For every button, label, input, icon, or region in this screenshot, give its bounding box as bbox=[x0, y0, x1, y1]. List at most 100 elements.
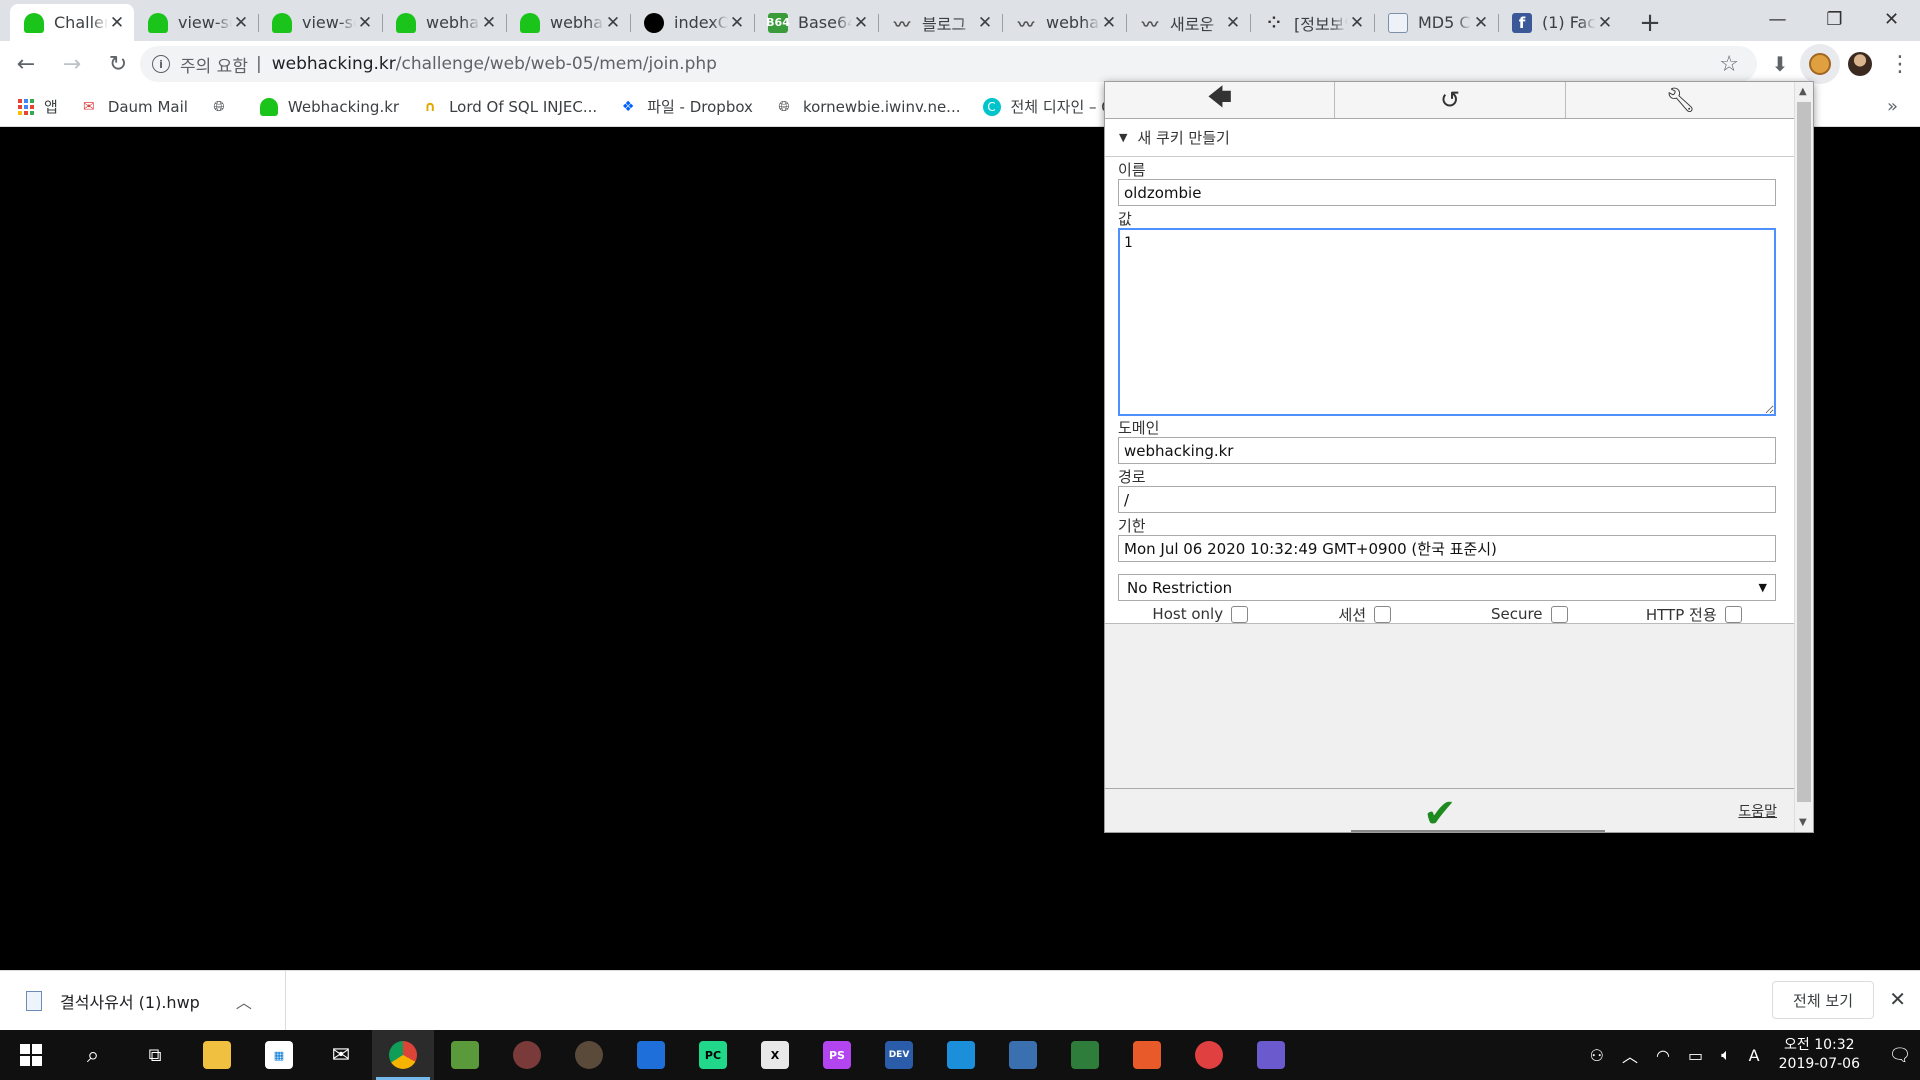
section-header[interactable]: ▼ 새 쿠키 만들기 bbox=[1105, 119, 1795, 157]
help-link[interactable]: 도움말 bbox=[1738, 801, 1777, 821]
cookie-extension-button[interactable] bbox=[1800, 44, 1840, 84]
chevron-up-icon[interactable]: ︿ bbox=[236, 989, 252, 1013]
value-textarea[interactable]: 1 bbox=[1118, 228, 1776, 416]
close-tab-icon[interactable]: ✕ bbox=[604, 13, 622, 33]
tab-view-source-1[interactable]: view-source ✕ bbox=[134, 4, 258, 41]
people-icon[interactable]: ⚇ bbox=[1590, 1046, 1604, 1065]
tab-base64[interactable]: B64 Base64 ✕ bbox=[754, 4, 878, 41]
new-tab-button[interactable]: + bbox=[1630, 4, 1670, 41]
pycharm-button[interactable]: PC bbox=[682, 1030, 744, 1080]
start-button[interactable] bbox=[0, 1030, 62, 1080]
minimize-icon[interactable]: — bbox=[1749, 0, 1806, 38]
notification-icon[interactable]: 🗨︎ bbox=[1880, 1030, 1920, 1080]
app-button-9[interactable] bbox=[1116, 1030, 1178, 1080]
path-input[interactable] bbox=[1118, 486, 1776, 513]
host-only-option[interactable]: Host only bbox=[1118, 603, 1283, 625]
bookmark-daum-mail[interactable]: ✉ Daum Mail bbox=[80, 98, 188, 116]
app-button-10[interactable] bbox=[1178, 1030, 1240, 1080]
mail-button[interactable]: ✉ bbox=[310, 1030, 372, 1080]
host-only-checkbox[interactable] bbox=[1231, 605, 1249, 623]
download-extension-icon[interactable]: ⬇ bbox=[1760, 44, 1800, 84]
info-icon[interactable]: i bbox=[152, 55, 170, 73]
back-button[interactable]: 🡄 bbox=[1105, 82, 1336, 118]
app-button-1[interactable] bbox=[434, 1030, 496, 1080]
ime-indicator[interactable]: A bbox=[1749, 1046, 1760, 1065]
tab-blog[interactable]: 〰 블로그 ✕ bbox=[878, 4, 1002, 41]
tab-indexof[interactable]: indexOf ✕ bbox=[630, 4, 754, 41]
close-tab-icon[interactable]: ✕ bbox=[852, 13, 870, 33]
tab-new-post[interactable]: 〰 새로운 ✕ bbox=[1126, 4, 1250, 41]
close-tab-icon[interactable]: ✕ bbox=[1472, 13, 1490, 33]
tab-webhacking-2[interactable]: webhacking ✕ bbox=[506, 4, 630, 41]
download-item[interactable]: 결석사유서 (1).hwp ︿ bbox=[0, 970, 286, 1031]
tab-md5[interactable]: MD5 C ✕ bbox=[1374, 4, 1498, 41]
bookmark-dropbox[interactable]: ❖ 파일 - Dropbox bbox=[619, 96, 753, 117]
session-checkbox[interactable] bbox=[1374, 605, 1392, 623]
name-input[interactable] bbox=[1118, 179, 1776, 206]
restore-icon[interactable]: ❐ bbox=[1806, 0, 1863, 38]
session-option[interactable]: 세션 bbox=[1283, 603, 1448, 625]
close-tab-icon[interactable]: ✕ bbox=[356, 13, 374, 33]
profile-avatar[interactable] bbox=[1840, 44, 1880, 84]
address-bar[interactable]: i 주의 요함 | webhacking.kr/challenge/web/we… bbox=[140, 46, 1757, 82]
tab-view-source-2[interactable]: view-source ✕ bbox=[258, 4, 382, 41]
http-only-checkbox[interactable] bbox=[1724, 605, 1742, 623]
app-button-8[interactable] bbox=[1054, 1030, 1116, 1080]
close-tab-icon[interactable]: ✕ bbox=[1100, 13, 1118, 33]
show-all-downloads-button[interactable]: 전체 보기 bbox=[1772, 981, 1874, 1019]
tab-webhacking-1[interactable]: webhacking ✕ bbox=[382, 4, 506, 41]
menu-kebab-icon[interactable]: ⋮ bbox=[1880, 44, 1920, 84]
close-shelf-icon[interactable]: ✕ bbox=[1889, 987, 1906, 1011]
bookmark-kornewbie[interactable]: 🌐︎ kornewbie.iwinv.ne... bbox=[775, 98, 960, 116]
close-tab-icon[interactable]: ✕ bbox=[728, 13, 746, 33]
task-view-button[interactable]: ⧉ bbox=[124, 1030, 186, 1080]
chevron-up-icon[interactable]: ︿ bbox=[1622, 1043, 1638, 1067]
search-button[interactable]: ⌕ bbox=[62, 1030, 124, 1080]
close-tab-icon[interactable]: ✕ bbox=[108, 13, 126, 33]
back-button[interactable]: ← bbox=[6, 44, 46, 84]
domain-input[interactable] bbox=[1118, 437, 1776, 464]
popup-scrollbar[interactable]: ▲ ▼ bbox=[1794, 82, 1813, 832]
secure-option[interactable]: Secure bbox=[1447, 603, 1612, 625]
close-tab-icon[interactable]: ✕ bbox=[1224, 13, 1242, 33]
samesite-select[interactable]: No Restriction ▼ bbox=[1118, 574, 1776, 601]
secure-checkbox[interactable] bbox=[1550, 605, 1568, 623]
app-button-5[interactable]: X bbox=[744, 1030, 806, 1080]
security-label[interactable]: 주의 요함 bbox=[180, 52, 248, 77]
close-window-icon[interactable]: ✕ bbox=[1863, 0, 1920, 38]
app-button-2[interactable] bbox=[496, 1030, 558, 1080]
close-tab-icon[interactable]: ✕ bbox=[1348, 13, 1366, 33]
expiry-input[interactable] bbox=[1118, 535, 1776, 562]
wifi-icon[interactable]: ◠ bbox=[1656, 1046, 1670, 1065]
bookmarks-overflow-icon[interactable]: » bbox=[1887, 96, 1898, 117]
reload-button[interactable]: ↻ bbox=[98, 44, 138, 84]
tab-infosec[interactable]: ⁘ [정보보안] ✕ bbox=[1250, 4, 1374, 41]
app-button-7[interactable] bbox=[992, 1030, 1054, 1080]
reset-button[interactable]: ↺ bbox=[1335, 82, 1566, 118]
tab-webhacking-blog[interactable]: 〰 webhacking ✕ bbox=[1002, 4, 1126, 41]
options-button[interactable]: 🔧︎ bbox=[1566, 82, 1795, 118]
app-button-3[interactable] bbox=[558, 1030, 620, 1080]
close-tab-icon[interactable]: ✕ bbox=[1596, 13, 1614, 33]
close-tab-icon[interactable]: ✕ bbox=[232, 13, 250, 33]
app-button-4[interactable] bbox=[620, 1030, 682, 1080]
bookmark-globe[interactable]: 🌐︎ bbox=[210, 98, 238, 116]
scrollbar-thumb[interactable] bbox=[1797, 102, 1811, 802]
clock[interactable]: 오전 10:32 2019-07-06 bbox=[1779, 1036, 1860, 1074]
tab-challenge[interactable]: Challenge ✕ bbox=[10, 4, 134, 41]
volume-icon[interactable]: 🔈︎ bbox=[1721, 1045, 1731, 1065]
close-tab-icon[interactable]: ✕ bbox=[480, 13, 498, 33]
bookmark-lord-of-sqli[interactable]: ∩ Lord Of SQL INJEC... bbox=[421, 98, 597, 116]
file-explorer-button[interactable] bbox=[186, 1030, 248, 1080]
bookmark-apps[interactable]: 앱 bbox=[18, 96, 58, 117]
tab-facebook[interactable]: f (1) Facebook ✕ bbox=[1498, 4, 1622, 41]
scroll-up-icon[interactable]: ▲ bbox=[1799, 86, 1807, 97]
forward-button[interactable]: → bbox=[52, 44, 92, 84]
bookmark-star-icon[interactable]: ☆ bbox=[1719, 52, 1739, 77]
app-button-6[interactable] bbox=[930, 1030, 992, 1080]
phpstorm-button[interactable]: PS bbox=[806, 1030, 868, 1080]
store-button[interactable]: ▦ bbox=[248, 1030, 310, 1080]
app-button-11[interactable] bbox=[1240, 1030, 1302, 1080]
bookmark-webhacking[interactable]: Webhacking.kr bbox=[259, 97, 399, 116]
scroll-down-icon[interactable]: ▼ bbox=[1799, 817, 1807, 828]
